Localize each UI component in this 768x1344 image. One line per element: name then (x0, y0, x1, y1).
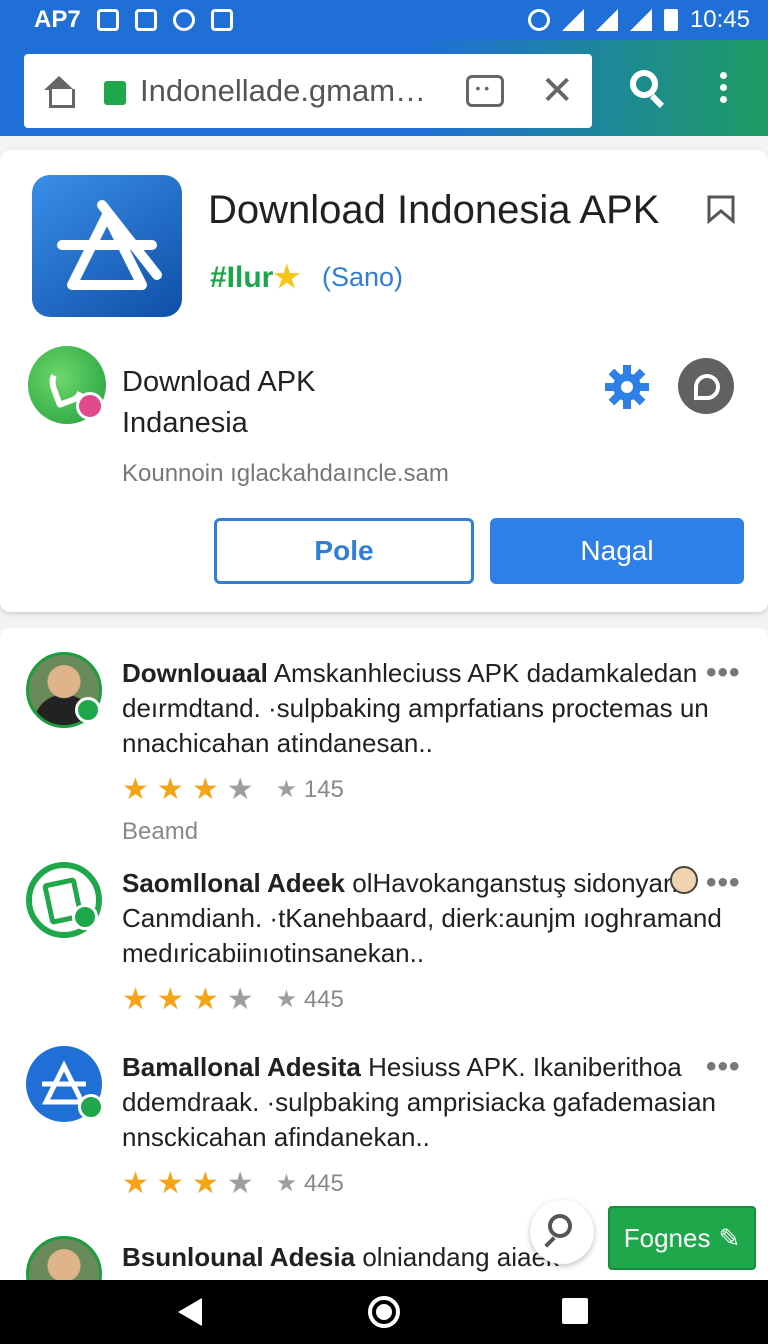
star-icon: ★ (122, 983, 149, 1016)
phone-icon (44, 359, 90, 409)
rating-count: 445 (303, 986, 344, 1013)
face-emoji-icon (670, 866, 698, 894)
badge-icon (75, 697, 101, 723)
avatar[interactable] (26, 862, 102, 938)
star-icon: ★ (191, 983, 219, 1016)
star-icon: ★ (273, 261, 301, 294)
check-badge-icon (78, 1094, 104, 1120)
battery-icon (663, 9, 678, 31)
post-text: Bamallonal Adesita Hesiuss APK. Ikaniber… (122, 1052, 716, 1152)
rating-subtext: (Sano) (322, 262, 404, 292)
star-rating: ★ ★ ★ ★ ★ 145 (122, 772, 344, 807)
post-text: Saomllonal Adeek olHavokanganstuş sidony… (122, 868, 722, 968)
search-icon (548, 1214, 572, 1238)
star-icon: ★ (122, 1167, 149, 1200)
nagal-button[interactable]: Nagal (490, 518, 744, 584)
secure-lock-icon (104, 81, 126, 105)
signal-icon (595, 9, 618, 31)
rating-tag: #Ilur★ (210, 261, 301, 294)
avatar[interactable] (26, 1046, 104, 1122)
settings-gear-icon[interactable] (604, 364, 650, 410)
post-meta: Beamd (122, 818, 199, 845)
check-badge-icon (72, 904, 98, 930)
status-bar: AP7 10:45 (0, 0, 768, 40)
download-notification-icon (210, 9, 233, 31)
back-icon[interactable] (178, 1298, 202, 1326)
wifi-icon (561, 9, 584, 31)
home-icon[interactable] (42, 76, 76, 108)
notification-app-icon (96, 9, 119, 31)
sync-app-icon (172, 9, 195, 31)
more-options-icon[interactable]: ••• (706, 1050, 741, 1084)
star-icon: ★ (156, 1167, 184, 1200)
star-rating: ★ ★ ★ ★ ★ 445 (122, 982, 344, 1017)
developer-name[interactable]: Download APK Indanesia (122, 362, 452, 444)
star-icon: ★ (226, 1167, 254, 1200)
star-icon: ★ (275, 986, 298, 1013)
pole-button[interactable]: Pole (214, 518, 474, 584)
star-icon: ★ (156, 983, 184, 1016)
url-text[interactable]: Indonellade.gmam… (140, 73, 466, 109)
carrier-label: AP7 (34, 6, 81, 33)
tab-switcher-icon[interactable] (466, 75, 505, 107)
overflow-menu-icon[interactable] (720, 72, 727, 103)
developer-url: Kounnoin ıglackahdaıncle.sam (122, 460, 449, 487)
star-icon: ★ (226, 773, 254, 806)
rating-count: 445 (303, 1170, 344, 1197)
star-icon: ★ (122, 773, 149, 806)
signal-icon-2 (629, 9, 652, 31)
star-icon: ★ (226, 983, 254, 1016)
developer-avatar[interactable] (28, 346, 106, 424)
star-icon: ★ (156, 773, 184, 806)
fognes-button[interactable]: Fognes ✎ (608, 1206, 756, 1270)
star-icon: ★ (191, 773, 219, 806)
edit-icon: ✎ (718, 1222, 741, 1253)
bookmark-icon[interactable] (706, 194, 736, 224)
star-rating: ★ ★ ★ ★ ★ 445 (122, 1166, 344, 1201)
home-button-icon[interactable] (368, 1296, 400, 1328)
rating-count: 145 (303, 776, 344, 803)
app-title: Download Indonesia APK (208, 188, 660, 232)
search-icon[interactable] (630, 70, 666, 109)
recent-apps-icon[interactable] (562, 1298, 588, 1324)
app-card: Download Indonesia APK #Ilur★ (Sano) Dow… (0, 150, 768, 612)
app-icon (32, 175, 182, 317)
star-icon: ★ (191, 1167, 219, 1200)
avatar[interactable] (26, 652, 102, 728)
close-icon[interactable]: ✕ (540, 71, 574, 111)
address-bar[interactable]: Indonellade.gmam… ✕ (24, 54, 592, 128)
more-options-icon[interactable]: ••• (706, 866, 741, 900)
floating-search-button[interactable] (530, 1200, 594, 1264)
star-icon: ★ (275, 1170, 298, 1197)
clock: 10:45 (689, 6, 750, 33)
system-nav-bar (0, 1280, 768, 1344)
chat-icon[interactable] (678, 358, 734, 414)
sync-icon (527, 9, 550, 31)
star-icon: ★ (275, 776, 298, 803)
post-text: Downlouaal Amskanhleciuss APK dadamkaled… (122, 658, 709, 758)
more-options-icon[interactable]: ••• (706, 656, 741, 690)
mail-icon (134, 9, 157, 31)
browser-toolbar: Indonellade.gmam… ✕ (0, 40, 768, 136)
